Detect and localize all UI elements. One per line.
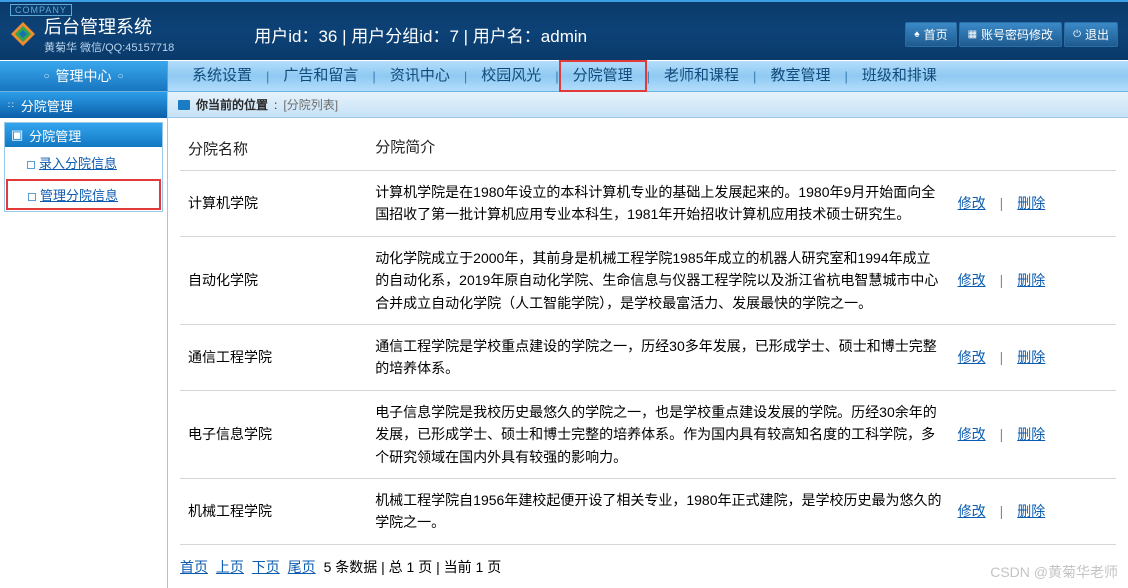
sidebar-item-1[interactable]: 管理分院信息 bbox=[6, 179, 161, 210]
system-subtitle: 黄菊华 微信/QQ:45157718 bbox=[44, 39, 174, 55]
cell-intro: 机械工程学院自1956年建校起便开设了相关专业，1980年正式建院，是学校历史最… bbox=[367, 478, 949, 544]
data-table: 分院名称 分院简介 计算机学院计算机学院是在1980年设立的本科计算机专业的基础… bbox=[180, 126, 1116, 545]
pager-next[interactable]: 下页 bbox=[252, 559, 280, 575]
delete-link[interactable]: 删除 bbox=[1017, 349, 1045, 365]
header-actions: ♠首页 ▦账号密码修改 ⏻退出 bbox=[905, 22, 1118, 47]
body: ∷ 分院管理 ▣ 分院管理 录入分院信息管理分院信息 你当前的位置 : [分院列… bbox=[0, 92, 1128, 588]
cell-intro: 通信工程学院是学校重点建设的学院之一，历经30多年发展，已形成学士、硕士和博士完… bbox=[367, 324, 949, 390]
edit-link[interactable]: 修改 bbox=[958, 503, 986, 519]
bullet-icon bbox=[27, 161, 35, 169]
bullet-icon bbox=[28, 193, 36, 201]
th-actions bbox=[950, 126, 1116, 171]
cell-actions: 修改 | 删除 bbox=[950, 390, 1116, 478]
breadcrumb: 你当前的位置 : [分院列表] bbox=[168, 92, 1128, 118]
watermark: CSDN @黄菊华老师 bbox=[990, 562, 1118, 582]
action-separator: | bbox=[1000, 503, 1004, 519]
logout-button[interactable]: ⏻退出 bbox=[1064, 22, 1118, 47]
delete-link[interactable]: 删除 bbox=[1017, 503, 1045, 519]
dots-icon: ∷ bbox=[8, 100, 15, 111]
app-logo-icon bbox=[10, 21, 36, 47]
cell-intro: 计算机学院是在1980年设立的本科计算机专业的基础上发展起来的。1980年9月开… bbox=[367, 171, 949, 237]
cell-actions: 修改 | 删除 bbox=[950, 478, 1116, 544]
action-separator: | bbox=[1000, 426, 1004, 442]
table-row: 通信工程学院通信工程学院是学校重点建设的学院之一，历经30多年发展，已形成学士、… bbox=[180, 324, 1116, 390]
table-header-row: 分院名称 分院简介 bbox=[180, 126, 1116, 171]
home-icon: ♠ bbox=[914, 29, 919, 40]
table-row: 机械工程学院机械工程学院自1956年建校起便开设了相关专业，1980年正式建院，… bbox=[180, 478, 1116, 544]
cell-name: 机械工程学院 bbox=[180, 478, 367, 544]
sidebar-panel: ▣ 分院管理 录入分院信息管理分院信息 bbox=[4, 122, 163, 212]
pager-last[interactable]: 尾页 bbox=[288, 559, 316, 575]
system-title: 后台管理系统 bbox=[44, 13, 174, 39]
nav-center-label: 管理中心 bbox=[0, 61, 168, 91]
sidebar-item-link[interactable]: 录入分院信息 bbox=[39, 156, 117, 171]
nav-item-3[interactable]: 校园风光 bbox=[467, 60, 555, 92]
pager-summary: 5 条数据 | 总 1 页 | 当前 1 页 bbox=[324, 559, 502, 575]
table-row: 电子信息学院电子信息学院是我校历史最悠久的学院之一，也是学校重点建设发展的学院。… bbox=[180, 390, 1116, 478]
location-icon bbox=[178, 100, 190, 110]
user-info: 用户id：36 | 用户分组id：7 | 用户名：admin bbox=[254, 22, 587, 47]
action-separator: | bbox=[1000, 349, 1004, 365]
content-area: 分院名称 分院简介 计算机学院计算机学院是在1980年设立的本科计算机专业的基础… bbox=[168, 118, 1128, 588]
note-icon: ▦ bbox=[968, 29, 977, 40]
nav-item-2[interactable]: 资讯中心 bbox=[376, 60, 464, 92]
company-tag: COMPANY bbox=[10, 4, 72, 16]
nav-items: 系统设置|广告和留言|资讯中心|校园风光|分院管理|老师和课程|教室管理|班级和… bbox=[168, 61, 951, 91]
cell-actions: 修改 | 删除 bbox=[950, 171, 1116, 237]
nav-item-5[interactable]: 老师和课程 bbox=[650, 60, 753, 92]
main-content: 你当前的位置 : [分院列表] 分院名称 分院简介 计算机学院计算机学院是在19… bbox=[168, 92, 1128, 588]
power-icon: ⏻ bbox=[1073, 29, 1081, 40]
nav-item-1[interactable]: 广告和留言 bbox=[269, 60, 372, 92]
nav-item-0[interactable]: 系统设置 bbox=[178, 60, 266, 92]
edit-link[interactable]: 修改 bbox=[958, 272, 986, 288]
cell-name: 电子信息学院 bbox=[180, 390, 367, 478]
home-button[interactable]: ♠首页 bbox=[905, 22, 956, 47]
table-row: 计算机学院计算机学院是在1980年设立的本科计算机专业的基础上发展起来的。198… bbox=[180, 171, 1116, 237]
sidebar-header: ∷ 分院管理 bbox=[0, 92, 167, 118]
breadcrumb-value: [分院列表] bbox=[283, 96, 338, 113]
nav-item-6[interactable]: 教室管理 bbox=[756, 60, 844, 92]
edit-link[interactable]: 修改 bbox=[958, 426, 986, 442]
delete-link[interactable]: 删除 bbox=[1017, 195, 1045, 211]
cell-actions: 修改 | 删除 bbox=[950, 324, 1116, 390]
edit-link[interactable]: 修改 bbox=[958, 195, 986, 211]
sidebar-panel-header: ▣ 分院管理 bbox=[5, 123, 162, 147]
pager-first[interactable]: 首页 bbox=[180, 559, 208, 575]
cell-intro: 电子信息学院是我校历史最悠久的学院之一，也是学校重点建设发展的学院。历经30余年… bbox=[367, 390, 949, 478]
table-row: 自动化学院动化学院成立于2000年，其前身是机械工程学院1985年成立的机器人研… bbox=[180, 236, 1116, 324]
cell-name: 计算机学院 bbox=[180, 171, 367, 237]
action-separator: | bbox=[1000, 272, 1004, 288]
pager-prev[interactable]: 上页 bbox=[216, 559, 244, 575]
title-block: 后台管理系统 黄菊华 微信/QQ:45157718 bbox=[44, 13, 174, 55]
cell-intro: 动化学院成立于2000年，其前身是机械工程学院1985年成立的机器人研究室和19… bbox=[367, 236, 949, 324]
cell-actions: 修改 | 删除 bbox=[950, 236, 1116, 324]
delete-link[interactable]: 删除 bbox=[1017, 426, 1045, 442]
nav-item-7[interactable]: 班级和排课 bbox=[848, 60, 951, 92]
nav-item-4[interactable]: 分院管理 bbox=[559, 60, 647, 92]
sidebar: ∷ 分院管理 ▣ 分院管理 录入分院信息管理分院信息 bbox=[0, 92, 168, 588]
sidebar-item-link[interactable]: 管理分院信息 bbox=[40, 188, 118, 203]
change-password-button[interactable]: ▦账号密码修改 bbox=[959, 22, 1062, 47]
cell-name: 自动化学院 bbox=[180, 236, 367, 324]
th-intro: 分院简介 bbox=[367, 126, 949, 171]
main-nav: 管理中心 系统设置|广告和留言|资讯中心|校园风光|分院管理|老师和课程|教室管… bbox=[0, 60, 1128, 92]
app-header: COMPANY 后台管理系统 黄菊华 微信/QQ:45157718 用户id：3… bbox=[0, 0, 1128, 60]
breadcrumb-label: 你当前的位置 bbox=[196, 96, 268, 113]
folder-icon: ▣ bbox=[11, 127, 23, 143]
action-separator: | bbox=[1000, 195, 1004, 211]
th-name: 分院名称 bbox=[180, 126, 367, 171]
cell-name: 通信工程学院 bbox=[180, 324, 367, 390]
delete-link[interactable]: 删除 bbox=[1017, 272, 1045, 288]
pager: 首页 上页 下页 尾页 5 条数据 | 总 1 页 | 当前 1 页 bbox=[180, 545, 1116, 583]
sidebar-item-0[interactable]: 录入分院信息 bbox=[5, 147, 162, 178]
edit-link[interactable]: 修改 bbox=[958, 349, 986, 365]
